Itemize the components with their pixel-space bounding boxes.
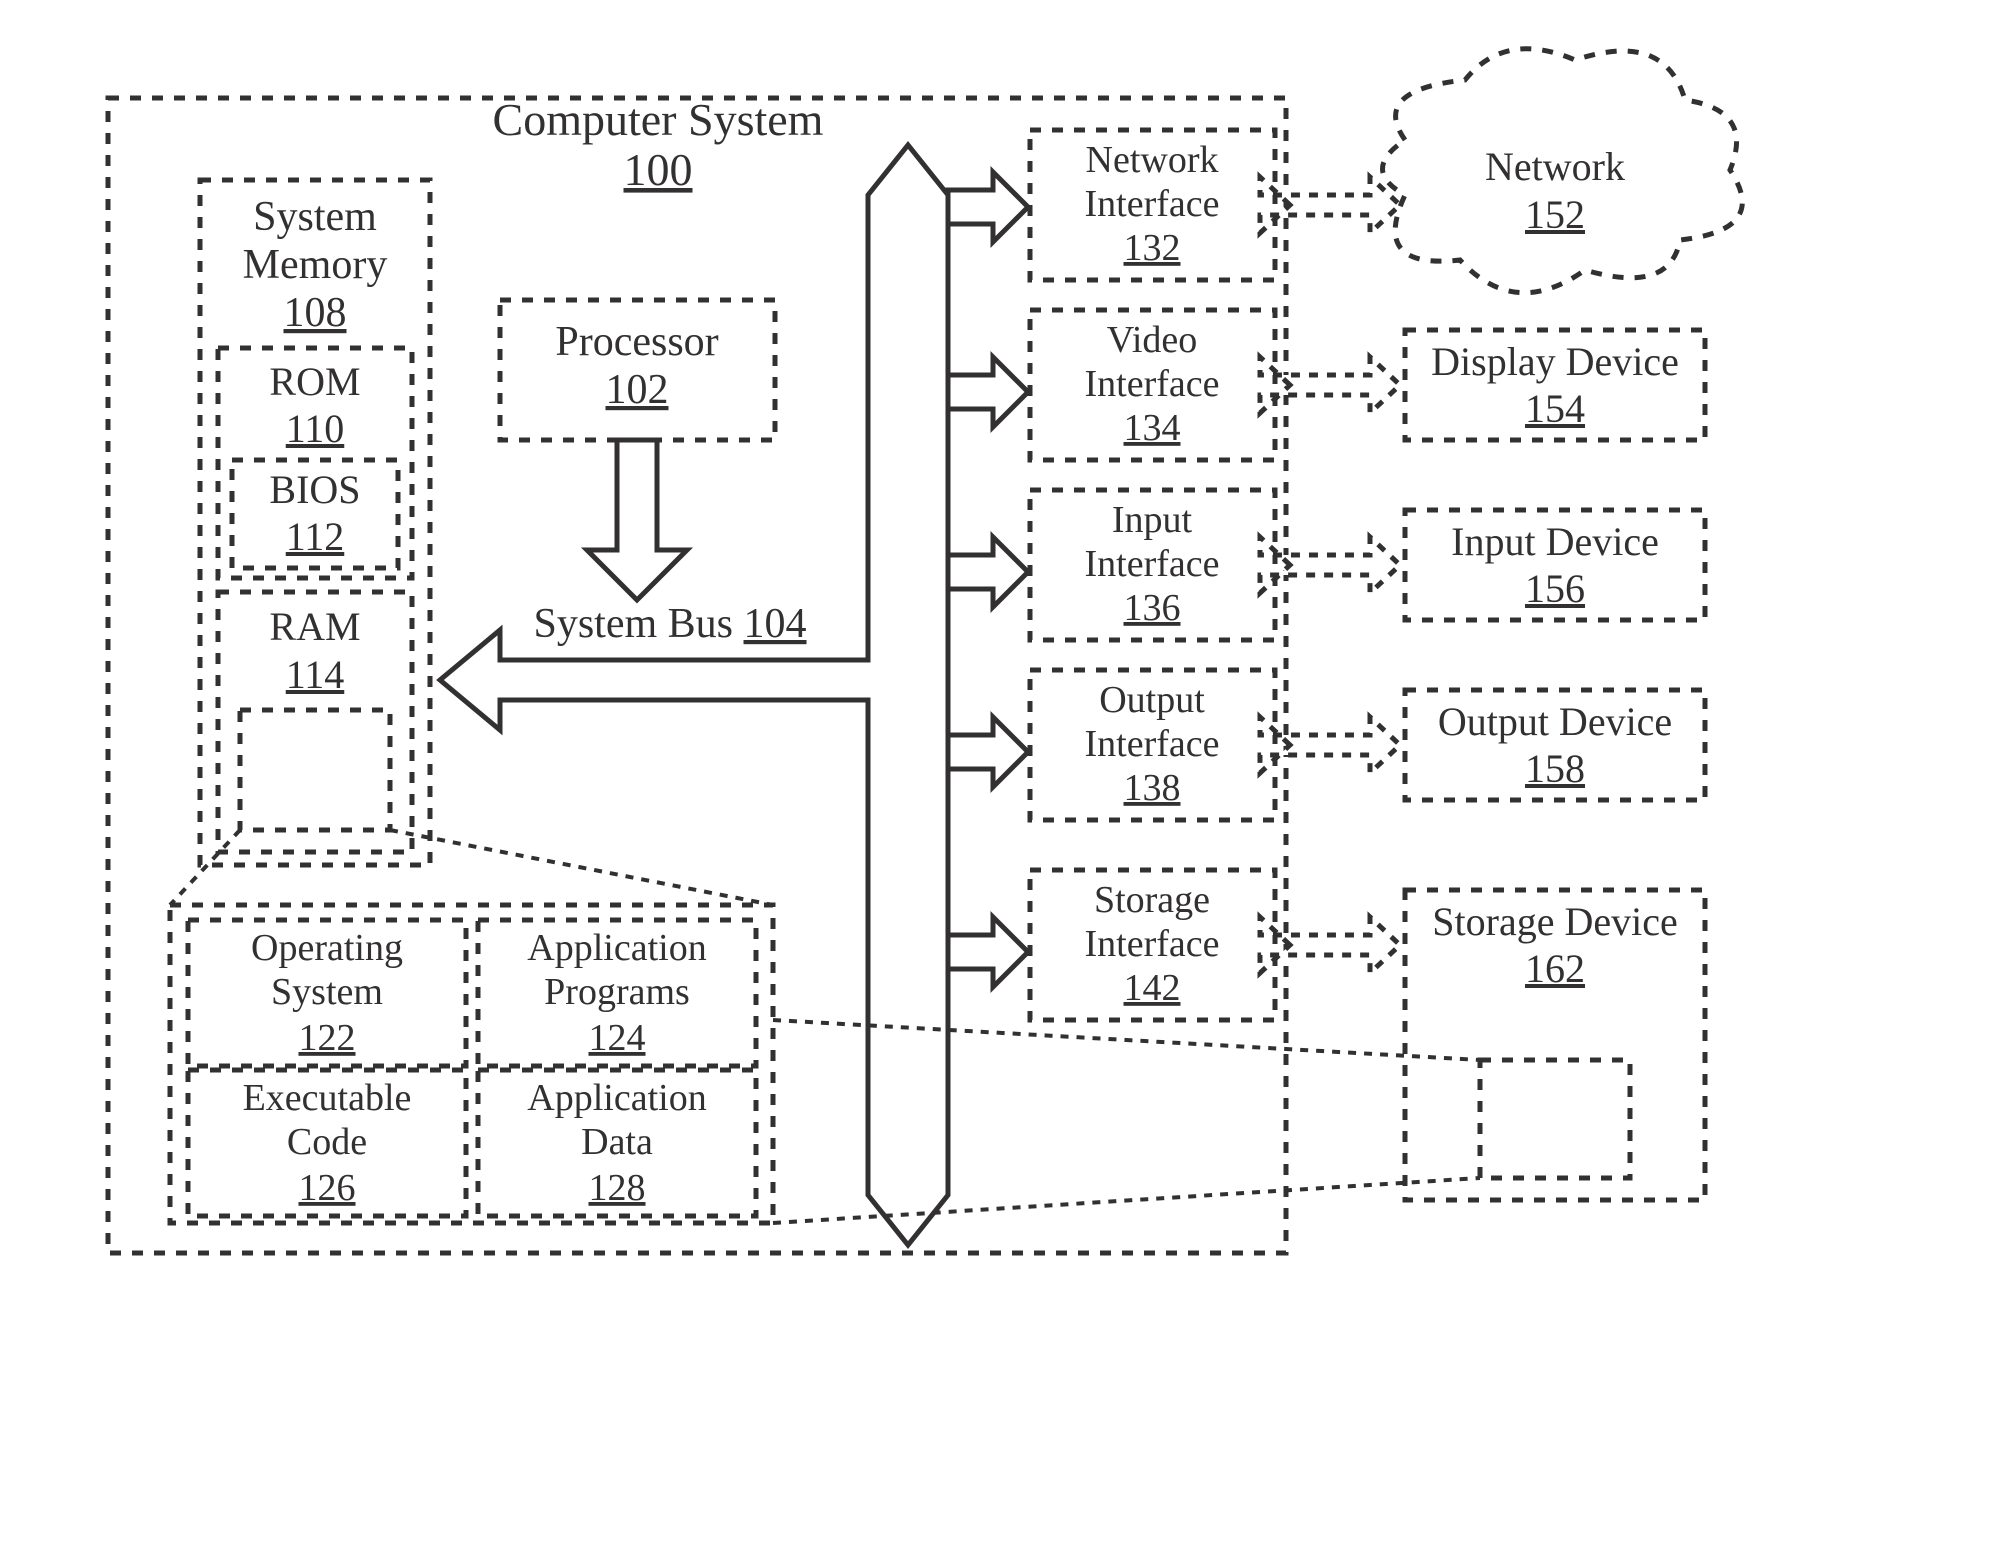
svg-text:Output: Output bbox=[1099, 679, 1205, 721]
bios-num: 112 bbox=[286, 514, 345, 559]
appdata-label-2: Data bbox=[581, 1121, 653, 1163]
external-devices: Display Device 154 Input Device 156 Outp… bbox=[1405, 330, 1705, 1200]
svg-text:Interface: Interface bbox=[1085, 543, 1220, 585]
processor-label: Processor bbox=[555, 319, 718, 365]
svg-text:Interface: Interface bbox=[1085, 923, 1220, 965]
svg-text:156: 156 bbox=[1525, 566, 1585, 611]
os-num: 122 bbox=[299, 1017, 356, 1059]
svg-text:162: 162 bbox=[1525, 946, 1585, 991]
os-label-1: Operating bbox=[251, 927, 403, 969]
system-memory-label-2: Memory bbox=[243, 242, 388, 288]
rom-label: ROM bbox=[269, 359, 360, 404]
computer-system-num: 100 bbox=[624, 144, 693, 195]
ram-inner-box bbox=[240, 710, 390, 830]
svg-text:158: 158 bbox=[1525, 746, 1585, 791]
appdata-num: 128 bbox=[589, 1167, 646, 1209]
exe-label-1: Executable bbox=[243, 1077, 412, 1119]
svg-text:136: 136 bbox=[1124, 587, 1181, 629]
svg-text:Interface: Interface bbox=[1085, 183, 1220, 225]
bios-label: BIOS bbox=[269, 467, 360, 512]
computer-system-diagram: Computer System 100 System Memory 108 RO… bbox=[0, 0, 2007, 1561]
bus-label: System Bus 104 bbox=[533, 601, 806, 647]
ram-num: 114 bbox=[286, 652, 345, 697]
svg-text:154: 154 bbox=[1525, 386, 1585, 431]
processor-num: 102 bbox=[606, 367, 669, 413]
svg-text:Storage: Storage bbox=[1094, 879, 1210, 921]
svg-text:Storage Device: Storage Device bbox=[1432, 899, 1677, 944]
interface-device-arrows bbox=[1260, 177, 1400, 973]
svg-text:132: 132 bbox=[1124, 227, 1181, 269]
svg-text:Interface: Interface bbox=[1085, 723, 1220, 765]
network-num: 152 bbox=[1525, 192, 1585, 237]
appdata-label-1: Application bbox=[527, 1077, 706, 1119]
os-label-2: System bbox=[271, 971, 383, 1013]
network-label: Network bbox=[1485, 144, 1625, 189]
svg-text:134: 134 bbox=[1124, 407, 1181, 449]
svg-text:Network: Network bbox=[1086, 139, 1219, 181]
processor-bus-arrow-icon bbox=[587, 440, 687, 600]
ram-label: RAM bbox=[269, 604, 360, 649]
system-memory-label-1: System bbox=[253, 194, 377, 240]
svg-text:138: 138 bbox=[1124, 767, 1181, 809]
bus-branches bbox=[948, 172, 1028, 987]
svg-text:Display Device: Display Device bbox=[1431, 339, 1679, 384]
storage-inner-box bbox=[1480, 1060, 1630, 1178]
svg-text:Video: Video bbox=[1107, 319, 1198, 361]
computer-system-label: Computer System bbox=[493, 94, 824, 145]
rom-num: 110 bbox=[286, 406, 345, 451]
apps-num: 124 bbox=[589, 1017, 646, 1059]
svg-text:Interface: Interface bbox=[1085, 363, 1220, 405]
exe-label-2: Code bbox=[287, 1121, 367, 1163]
interfaces: Network Interface 132 Video Interface 13… bbox=[1030, 130, 1275, 1020]
exe-num: 126 bbox=[299, 1167, 356, 1209]
apps-label-2: Programs bbox=[544, 971, 690, 1013]
svg-text:Input: Input bbox=[1112, 499, 1193, 541]
system-memory-num: 108 bbox=[284, 290, 347, 336]
zoom-line-right bbox=[390, 830, 773, 905]
zoom-line-left bbox=[170, 830, 240, 905]
svg-text:Output Device: Output Device bbox=[1438, 699, 1672, 744]
apps-label-1: Application bbox=[527, 927, 706, 969]
svg-text:142: 142 bbox=[1124, 967, 1181, 1009]
svg-text:Input Device: Input Device bbox=[1451, 519, 1659, 564]
